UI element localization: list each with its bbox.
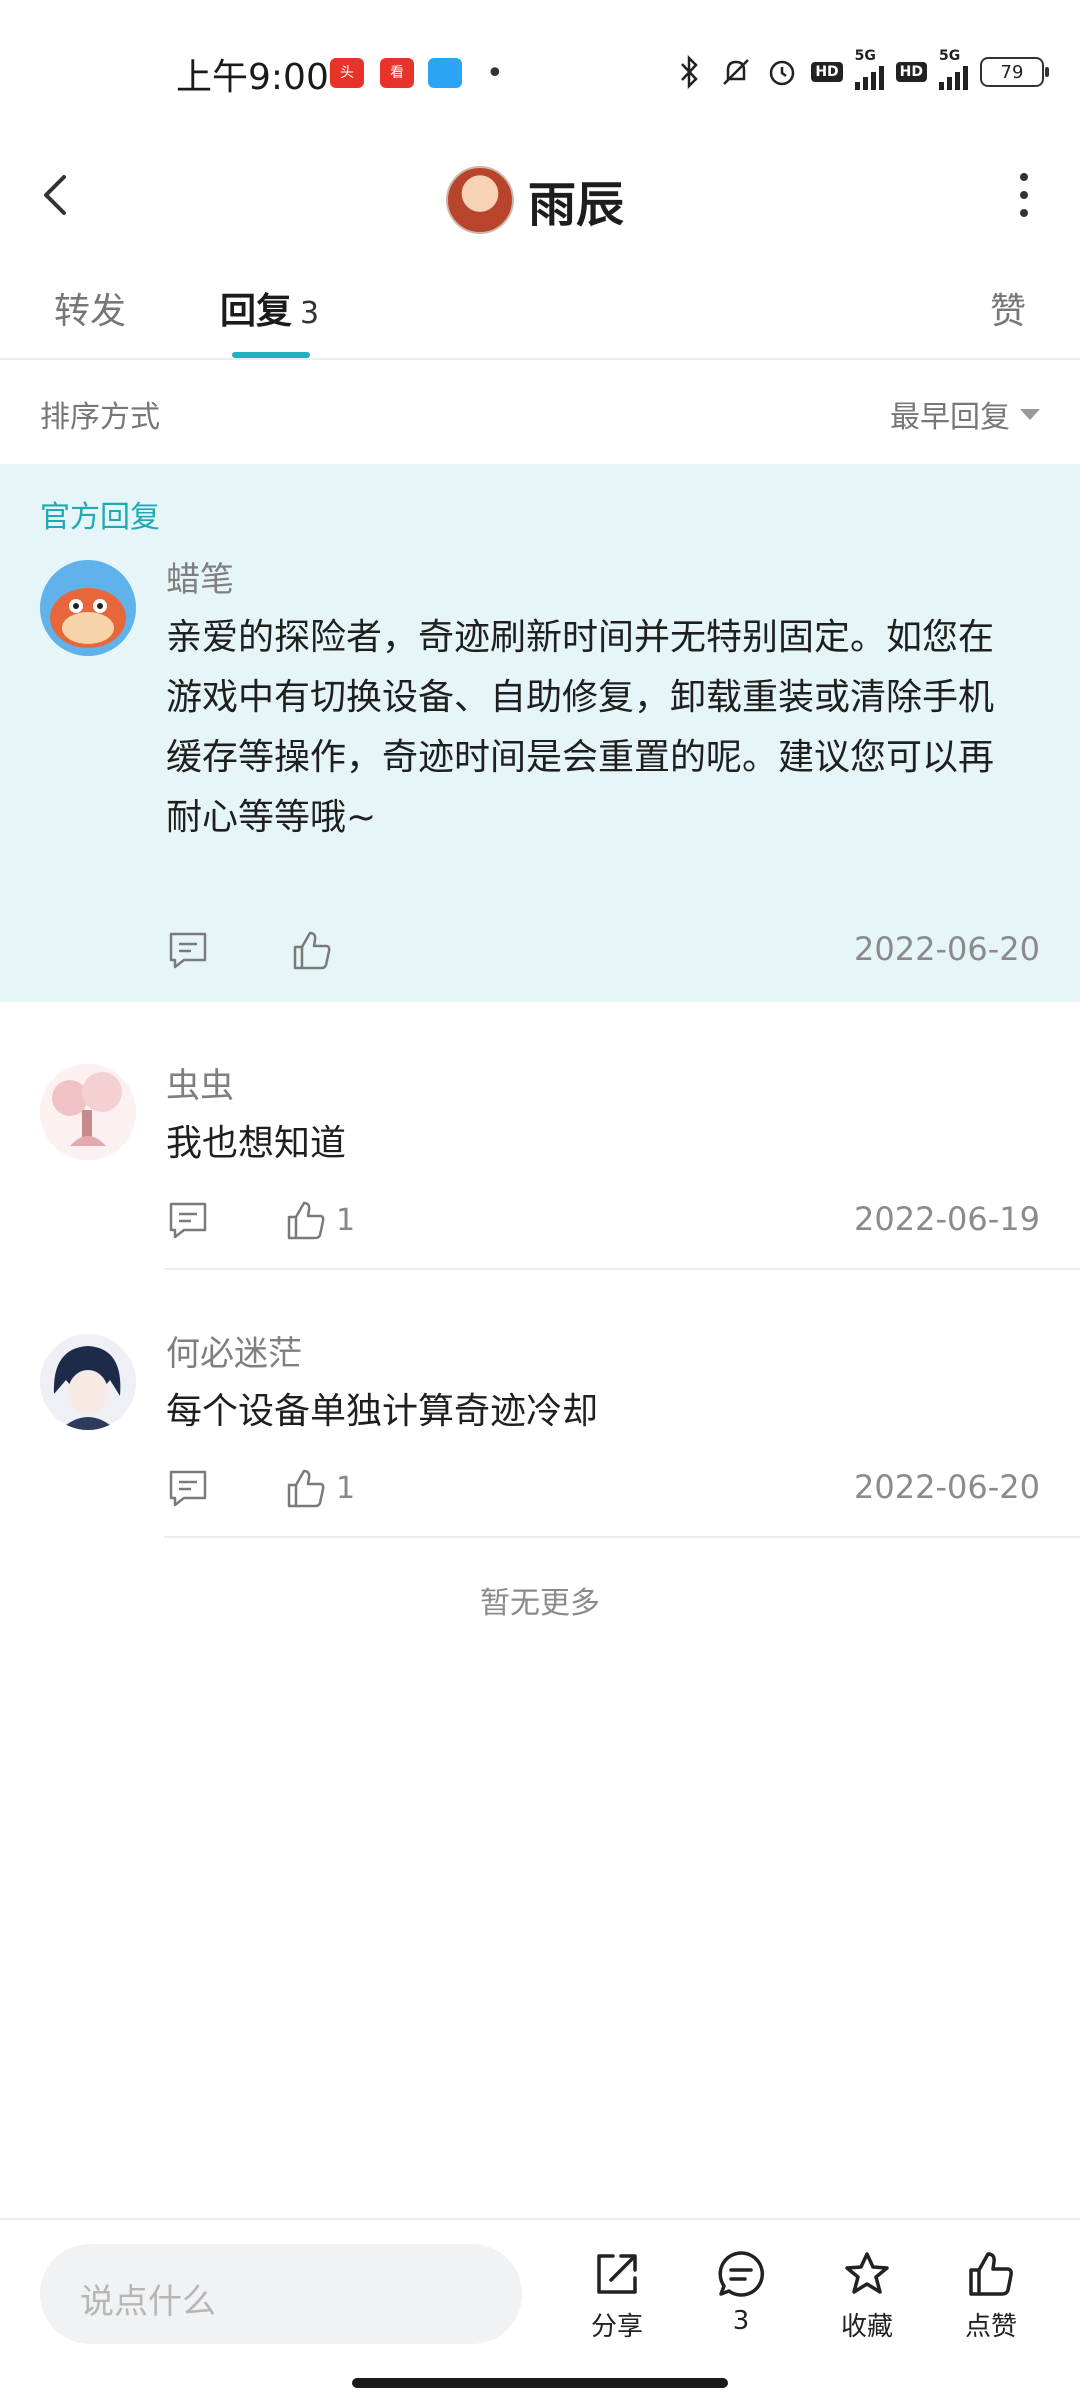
caret-down-icon bbox=[1020, 408, 1040, 420]
favorite-button[interactable]: 收藏 bbox=[822, 2248, 912, 2348]
app-notification-icon bbox=[428, 58, 462, 88]
more-dot-icon bbox=[1020, 191, 1028, 199]
comment-input[interactable]: 说点什么 bbox=[40, 2244, 522, 2344]
share-button[interactable]: 分享 bbox=[572, 2248, 662, 2348]
page-title: 雨辰 bbox=[528, 177, 625, 233]
star-icon bbox=[845, 2252, 889, 2294]
official-reply-tag: 官方回复 bbox=[40, 500, 160, 535]
thumbs-up-icon[interactable] bbox=[290, 928, 334, 972]
avatar[interactable] bbox=[40, 1334, 136, 1430]
thumbs-up-icon[interactable] bbox=[284, 1198, 328, 1242]
tab-bar: 转发 回复 3 赞 bbox=[0, 260, 1080, 360]
comment-date: 2022-06-20 bbox=[854, 930, 1040, 968]
status-time: 上午9:00 bbox=[176, 57, 329, 98]
comment-text: 亲爱的探险者，奇迹刷新时间并无特别固定。如您在 游戏中有切换设备、自助修复，卸载… bbox=[166, 617, 995, 838]
bluetooth-icon bbox=[673, 55, 707, 89]
alarm-icon bbox=[765, 55, 799, 89]
chevron-left-icon bbox=[44, 175, 66, 215]
reply-comment-icon[interactable] bbox=[166, 1198, 210, 1242]
home-indicator[interactable] bbox=[352, 2378, 728, 2388]
comments-button[interactable]: 3 bbox=[696, 2248, 786, 2348]
divider bbox=[164, 1268, 1080, 1270]
favorite-label: 收藏 bbox=[840, 2312, 893, 2342]
more-options-button[interactable] bbox=[1004, 160, 1044, 230]
tab-likes[interactable]: 赞 bbox=[990, 282, 1026, 334]
header: 雨辰 bbox=[0, 140, 1080, 260]
tab-replies[interactable]: 回复 3 bbox=[220, 282, 319, 334]
status-icons: HD 5G HD 5G 79 bbox=[673, 48, 1049, 94]
mute-bell-icon bbox=[719, 55, 753, 89]
signal-icon-2: 5G bbox=[939, 48, 968, 90]
news-notification-icon: 看 bbox=[380, 58, 414, 88]
hd-icon: HD bbox=[811, 62, 843, 82]
official-reply-card: 官方回复 蜡笔 亲爱的探险者，奇迹刷新时间并无特别固定。如您在 游戏中有切换设备… bbox=[0, 464, 1080, 1002]
like-count: 1 bbox=[336, 1203, 356, 1238]
comment-text: 每个设备单独计算奇迹冷却 bbox=[166, 1391, 599, 1432]
more-dot-icon bbox=[1020, 173, 1028, 181]
bottom-action-bar: 说点什么 分享 3 收藏 点赞 bbox=[0, 2218, 1080, 2362]
status-bar: 上午9:00 头 看 • HD 5G HD 5G 79 bbox=[0, 0, 1080, 150]
no-more-text: 暂无更多 bbox=[480, 1586, 600, 1621]
share-label: 分享 bbox=[590, 2312, 643, 2342]
sort-label: 排序方式 bbox=[40, 400, 160, 435]
sort-row: 排序方式 最早回复 bbox=[0, 360, 1080, 464]
tab-replies-label: 回复 bbox=[220, 291, 293, 332]
tab-replies-count: 3 bbox=[300, 296, 320, 331]
sort-dropdown[interactable]: 最早回复 bbox=[890, 392, 1040, 436]
thumbs-up-icon bbox=[969, 2252, 1013, 2296]
avatar[interactable] bbox=[446, 166, 514, 234]
battery-icon: 79 bbox=[980, 57, 1049, 87]
reply-comment-icon[interactable] bbox=[166, 1466, 210, 1510]
comment-date: 2022-06-20 bbox=[854, 1468, 1040, 1506]
more-notifications-dot-icon: • bbox=[486, 56, 504, 91]
comment-username[interactable]: 蜡笔 bbox=[166, 552, 234, 601]
divider bbox=[164, 1536, 1080, 1538]
hd-icon-2: HD bbox=[895, 62, 927, 82]
share-icon bbox=[597, 2254, 637, 2294]
more-dot-icon bbox=[1020, 209, 1028, 217]
thumbs-up-icon[interactable] bbox=[284, 1466, 328, 1510]
sort-value: 最早回复 bbox=[890, 400, 1010, 435]
tab-repost[interactable]: 转发 bbox=[54, 282, 126, 334]
comment-bubble-icon bbox=[718, 2251, 765, 2297]
signal-icon: 5G bbox=[854, 48, 884, 90]
comment-username[interactable]: 虫虫 bbox=[166, 1058, 234, 1107]
toutiao-notification-icon: 头 bbox=[330, 58, 364, 88]
title-group[interactable]: 雨辰 bbox=[446, 140, 624, 260]
like-label: 点赞 bbox=[964, 2312, 1017, 2342]
like-button[interactable]: 点赞 bbox=[946, 2248, 1036, 2348]
comment-text: 我也想知道 bbox=[166, 1123, 347, 1164]
tab-indicator bbox=[232, 352, 310, 358]
avatar[interactable] bbox=[40, 560, 136, 656]
avatar[interactable] bbox=[40, 1064, 136, 1160]
like-count: 1 bbox=[336, 1471, 356, 1506]
back-button[interactable] bbox=[36, 160, 96, 230]
comment-input-placeholder: 说点什么 bbox=[80, 2282, 216, 2322]
comment-count-label: 3 bbox=[732, 2306, 750, 2336]
reply-comment-icon[interactable] bbox=[166, 928, 210, 972]
comment-username[interactable]: 何必迷茫 bbox=[166, 1326, 302, 1375]
comment-date: 2022-06-19 bbox=[854, 1200, 1040, 1238]
